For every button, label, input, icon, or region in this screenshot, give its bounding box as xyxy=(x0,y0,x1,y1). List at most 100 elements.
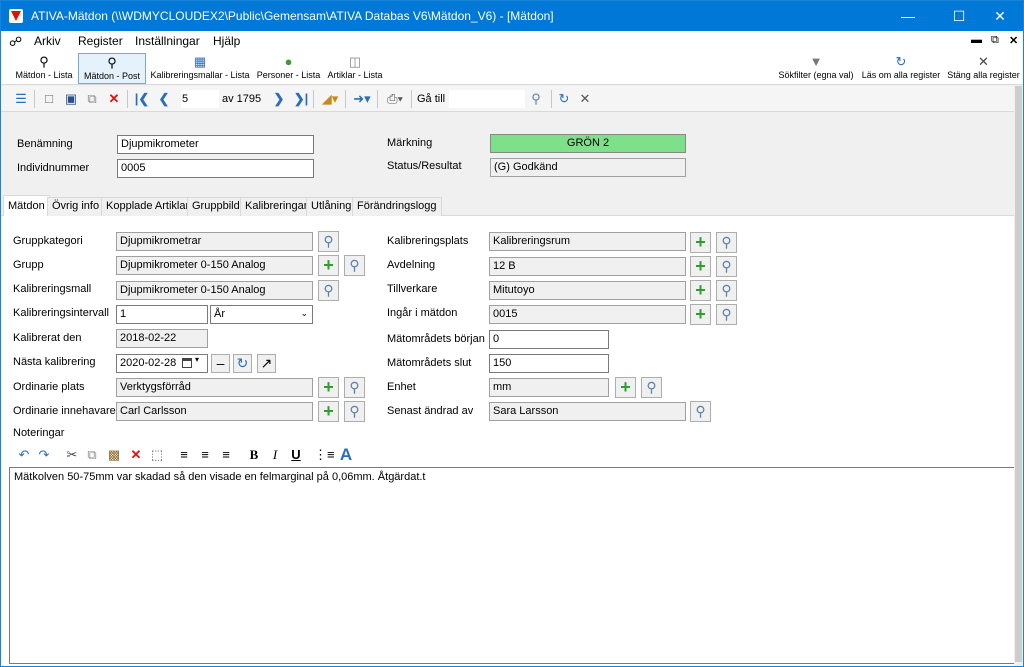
menu-hjalp[interactable]: Hjälp xyxy=(213,34,240,48)
record-number-input[interactable] xyxy=(181,90,219,108)
goto-input[interactable] xyxy=(449,90,525,108)
separator xyxy=(313,90,314,108)
search-icon: ⚲ xyxy=(721,282,732,298)
nasta-kalibrering-datepicker[interactable]: 2020-02-28 ▾ xyxy=(116,354,208,373)
avdelning-search-button[interactable]: ⚲ xyxy=(716,256,737,277)
personer-lista-button[interactable]: ● Personer - Lista xyxy=(255,53,322,84)
bullet-list-icon[interactable]: ⋮≡ xyxy=(314,446,335,464)
underline-icon[interactable]: U xyxy=(287,446,305,464)
ribbon-toolbar: ⚲ Mätdon - Lista ⚲ Mätdon - Post ▦ Kalibrer… xyxy=(1,51,1023,85)
maximize-button[interactable]: ☐ xyxy=(936,1,982,31)
forward-dropdown-icon[interactable]: ➜▾ xyxy=(351,91,373,107)
kalibreringsmallar-lista-button[interactable]: ▦ Kalibreringsmallar - Lista xyxy=(149,53,251,84)
paste-icon[interactable]: ▩ xyxy=(105,446,123,464)
previous-record-icon[interactable]: ❮ xyxy=(156,91,172,107)
tab-gruppbild[interactable]: Gruppbild xyxy=(187,197,245,216)
matdon-post-button[interactable]: ⚲ Mätdon - Post xyxy=(78,53,146,84)
benamning-field[interactable]: Djupmikrometer xyxy=(117,135,314,154)
refresh-icon[interactable]: ↻ xyxy=(556,91,572,107)
kalibreringsplats-search-button[interactable]: ⚲ xyxy=(716,232,737,253)
kalibreringsintervall-field[interactable]: 1 xyxy=(116,305,208,324)
tab-utlaning[interactable]: Utlåning xyxy=(306,197,357,216)
vertical-scrollbar[interactable] xyxy=(1014,86,1023,666)
markning-field[interactable]: GRÖN 2 xyxy=(490,134,686,153)
tab-kalibreringar[interactable]: Kalibreringar xyxy=(240,197,313,216)
matomradets-slut-label: Mätområdets slut xyxy=(387,357,472,369)
last-record-icon[interactable]: ❯| xyxy=(293,91,309,107)
enhet-search-button[interactable]: ⚲ xyxy=(641,377,662,398)
align-left-icon[interactable]: ≡ xyxy=(175,446,193,464)
individnummer-field[interactable]: 0005 xyxy=(117,159,314,178)
las-om-alla-register-button[interactable]: ↻ Läs om alla register xyxy=(859,53,943,84)
align-right-icon[interactable]: ≡ xyxy=(217,446,235,464)
avdelning-add-button[interactable]: + xyxy=(690,256,711,277)
ordinarie-innehavare-add-button[interactable]: + xyxy=(318,401,339,422)
scrollbar-thumb[interactable] xyxy=(1015,86,1022,662)
list-view-icon[interactable]: ☰ xyxy=(13,91,29,107)
menu-register[interactable]: Register xyxy=(78,34,123,48)
tillverkare-add-button[interactable]: + xyxy=(690,280,711,301)
tab-forandringslogg[interactable]: Förändringslogg xyxy=(352,197,442,216)
italic-icon[interactable]: I xyxy=(266,446,284,464)
menu-arkiv[interactable]: Arkiv xyxy=(34,34,61,48)
calendar-icon xyxy=(182,358,192,368)
stang-alla-register-button[interactable]: ✕ Stäng alla register xyxy=(946,53,1021,84)
matomradets-borjan-field[interactable]: 0 xyxy=(489,330,609,349)
date-minus-button[interactable]: – xyxy=(211,354,230,373)
gruppkategori-search-button[interactable]: ⚲ xyxy=(318,231,339,252)
copy-icon[interactable]: ⧉ xyxy=(84,91,100,107)
menu-installningar[interactable]: Inställningar xyxy=(135,34,200,48)
ruler-dropdown-icon[interactable]: ◢▾ xyxy=(319,91,341,107)
senast-andrad-av-search-button[interactable]: ⚲ xyxy=(690,401,711,422)
new-record-icon[interactable]: □ xyxy=(41,91,57,107)
mdi-restore-button[interactable]: ⧉ xyxy=(991,34,999,47)
font-color-icon[interactable]: A xyxy=(337,446,355,464)
delete-icon[interactable]: ✕ xyxy=(106,91,122,107)
redo-icon[interactable]: ↷ xyxy=(35,446,53,464)
matdon-lista-button[interactable]: ⚲ Mätdon - Lista xyxy=(12,53,76,84)
nasta-kalibrering-label: Nästa kalibrering xyxy=(13,356,96,368)
plus-icon: + xyxy=(695,232,706,252)
bold-icon[interactable]: B xyxy=(245,446,263,464)
filter-icon: ▼ xyxy=(809,54,823,69)
sokfilter-button[interactable]: ▼ Sökfilter (egna val) xyxy=(777,53,855,84)
arrow-up-right-icon: ↗ xyxy=(260,355,273,371)
tab-matdon[interactable]: Mätdon xyxy=(3,195,50,217)
ordinarie-innehavare-search-button[interactable]: ⚲ xyxy=(344,401,365,422)
clear-icon[interactable]: ✕ xyxy=(577,91,593,107)
notes-textarea[interactable]: Mätkolven 50-75mm var skadad så den visa… xyxy=(9,467,1017,664)
ingar-i-matdon-search-button[interactable]: ⚲ xyxy=(716,304,737,325)
search-icon[interactable]: ⚲ xyxy=(528,91,544,107)
save-icon[interactable]: ▣ xyxy=(63,91,79,107)
mdi-minimize-button[interactable]: ▬ xyxy=(971,34,982,46)
select-all-icon[interactable]: ⬚ xyxy=(148,446,166,464)
align-center-icon[interactable]: ≡ xyxy=(196,446,214,464)
date-jump-button[interactable]: ↗ xyxy=(257,354,276,373)
grupp-search-button[interactable]: ⚲ xyxy=(344,255,365,276)
date-refresh-button[interactable]: ↻ xyxy=(233,354,252,373)
ordinarie-plats-add-button[interactable]: + xyxy=(318,377,339,398)
cut-icon[interactable]: ✂ xyxy=(63,446,81,464)
kalibreringsplats-add-button[interactable]: + xyxy=(690,232,711,253)
tab-kopplade-artiklar[interactable]: Kopplade Artiklar xyxy=(101,197,195,216)
close-button[interactable]: ✕ xyxy=(977,1,1023,31)
grupp-add-button[interactable]: + xyxy=(318,255,339,276)
enhet-add-button[interactable]: + xyxy=(615,377,636,398)
ingar-i-matdon-add-button[interactable]: + xyxy=(690,304,711,325)
mdi-document-icon[interactable]: ☍ xyxy=(9,34,22,50)
mdi-close-button[interactable]: ✕ xyxy=(1009,34,1018,47)
tillverkare-search-button[interactable]: ⚲ xyxy=(716,280,737,301)
kalibreringsmall-search-button[interactable]: ⚲ xyxy=(318,280,339,301)
print-dropdown-icon[interactable]: ⎙▾ xyxy=(383,91,407,107)
minimize-button[interactable]: — xyxy=(885,1,931,31)
ordinarie-plats-search-button[interactable]: ⚲ xyxy=(344,377,365,398)
next-record-icon[interactable]: ❯ xyxy=(271,91,287,107)
copy-icon[interactable]: ⧉ xyxy=(83,446,101,464)
tab-ovrig-info[interactable]: Övrig info xyxy=(47,197,105,216)
kalibreringsintervall-unit-select[interactable]: År ⌄ xyxy=(210,305,313,324)
matomradets-slut-field[interactable]: 150 xyxy=(489,354,609,373)
artiklar-lista-button[interactable]: ◫ Artiklar - Lista xyxy=(325,53,385,84)
undo-icon[interactable]: ↶ xyxy=(15,446,33,464)
delete-icon[interactable]: ✕ xyxy=(127,446,145,464)
first-record-icon[interactable]: |❮ xyxy=(134,91,150,107)
